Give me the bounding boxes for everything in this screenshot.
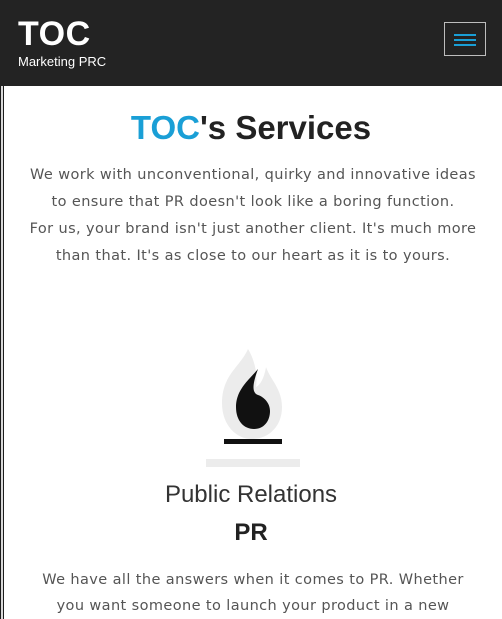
services-intro: We work with unconventional, quirky and … bbox=[20, 162, 486, 270]
services-title-accent: TOC bbox=[130, 109, 200, 146]
menu-toggle-button[interactable] bbox=[444, 22, 486, 56]
intro-paragraph-2: For us, your brand isn't just another cl… bbox=[29, 221, 477, 264]
service-description: We have all the answers when it comes to… bbox=[42, 572, 464, 614]
intro-paragraph-1: We work with unconventional, quirky and … bbox=[29, 167, 476, 210]
flame-icon bbox=[200, 345, 304, 471]
brand-subtitle: Marketing PRC bbox=[18, 54, 107, 69]
brand-title: TOC bbox=[18, 15, 91, 53]
services-title: TOC's Services bbox=[0, 106, 502, 150]
navbar: TOC Marketing PRC bbox=[0, 0, 502, 86]
brand[interactable]: TOC Marketing PRC bbox=[18, 15, 106, 69]
service-abbreviation: PR bbox=[234, 519, 268, 546]
service-name: Public Relations bbox=[164, 481, 338, 508]
services-title-rest: 's Services bbox=[199, 109, 372, 146]
